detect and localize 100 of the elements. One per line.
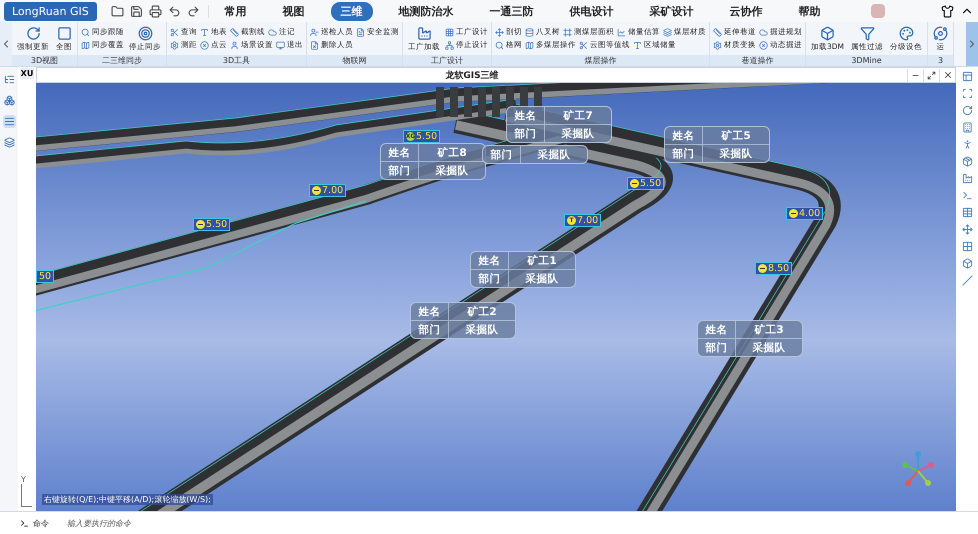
tool-icon: [898, 26, 914, 40]
tool-icon: [276, 40, 285, 50]
ribbon-group-label: 3D工具: [167, 55, 306, 66]
tool-icon: [81, 28, 90, 36]
tool-icon: [860, 26, 875, 40]
field-label: 姓名: [507, 107, 545, 124]
view-tool-icon[interactable]: [962, 105, 972, 116]
tool-icon: [563, 28, 572, 36]
ribbon-group-label: 3: [928, 55, 954, 66]
height-marker: 5.50: [193, 218, 230, 231]
field-label: 姓名: [411, 303, 449, 320]
field-label: 部门: [665, 145, 703, 162]
tool-icon: [820, 26, 836, 40]
sidebar-tool-button[interactable]: [2, 94, 16, 107]
view-tool-icon[interactable]: [962, 258, 972, 269]
tool-icon: [200, 28, 209, 36]
field-label: 姓名: [381, 144, 419, 161]
view-tool-icon[interactable]: [962, 241, 972, 252]
field-label: 部门: [471, 270, 509, 287]
tool-icon: [713, 28, 722, 36]
sidebar-tool-button[interactable]: [2, 136, 16, 149]
tool-icon: [356, 28, 365, 36]
tool-icon: [170, 40, 179, 50]
field-value: 采掘队: [718, 146, 754, 162]
tool-icon: [525, 28, 534, 36]
view-tool-icon[interactable]: [962, 139, 972, 150]
tool-icon: [4, 116, 14, 127]
field-value: 采掘队: [524, 272, 560, 286]
view-tool-icon[interactable]: [962, 71, 972, 82]
tool-icon: [4, 137, 14, 148]
tool-icon: [26, 26, 40, 40]
menu-tab[interactable]: 帮助: [788, 2, 831, 20]
tool-icon: [81, 40, 90, 50]
maximize-icon: [927, 70, 936, 80]
ribbon-group-label: 煤层操作: [492, 55, 709, 66]
tool-icon: [633, 40, 642, 50]
tool-icon: [230, 40, 239, 50]
menu-tab[interactable]: 供电设计: [560, 2, 624, 20]
redo-icon[interactable]: [186, 4, 200, 18]
ribbon-group-label: 3DMine: [806, 55, 928, 66]
tool-icon: [200, 40, 209, 50]
view-tool-icon[interactable]: [962, 173, 972, 184]
field-label: 姓名: [665, 127, 703, 144]
field-label: 部门: [507, 125, 545, 142]
field-label: 部门: [483, 146, 521, 163]
field-label: 部门: [698, 339, 736, 356]
field-label: 姓名: [698, 321, 736, 338]
ribbon-group-label: 二三维同步: [78, 55, 166, 66]
height-marker: 8.50: [755, 262, 792, 275]
height-marker: 5.50: [627, 177, 664, 190]
tool-icon: [933, 26, 948, 40]
field-value: 矿工5: [720, 128, 752, 144]
tool-icon: [759, 40, 768, 50]
view-tool-icon[interactable]: [962, 122, 972, 133]
menu-tab[interactable]: 一通三防: [480, 2, 544, 20]
undo-icon[interactable]: [168, 4, 181, 18]
app-logo[interactable]: LongRuan GIS: [4, 2, 97, 20]
field-value: 采掘队: [434, 164, 470, 178]
view-tool-icon[interactable]: [962, 224, 972, 235]
tool-icon: [4, 74, 14, 85]
tool-icon: [170, 28, 179, 36]
tool-icon: [416, 26, 432, 40]
view-tool-icon[interactable]: [962, 207, 972, 218]
height-marker: 7.00: [309, 184, 346, 197]
menu-tab[interactable]: 地测防治水: [388, 2, 464, 20]
menu-tab[interactable]: 采矿设计: [640, 2, 704, 20]
view-tool-icon[interactable]: [962, 156, 972, 167]
save-icon[interactable]: [130, 4, 143, 18]
view-tool-icon[interactable]: [962, 88, 972, 99]
print-icon[interactable]: [148, 4, 162, 18]
tool-icon: [230, 28, 239, 36]
view-tab[interactable]: XU: [20, 68, 34, 79]
sidebar-tool-button[interactable]: [2, 115, 16, 128]
tool-icon: [310, 40, 319, 50]
field-label: 部门: [381, 162, 419, 179]
shirt-icon[interactable]: [941, 4, 954, 18]
menu-tab[interactable]: 视图: [272, 2, 315, 20]
menu-tab[interactable]: 云协作: [720, 2, 773, 20]
ribbon-group-label: 3D视图: [12, 55, 77, 66]
field-value: 矿工7: [562, 108, 594, 124]
view-tool-icon[interactable]: [962, 275, 972, 286]
command-label: 命令: [33, 518, 49, 528]
height-marker: 50: [36, 270, 54, 283]
menu-tab[interactable]: 三维: [330, 2, 373, 20]
menu-tab[interactable]: 常用: [214, 2, 257, 20]
viewport-title: 龙软GIS三维: [444, 69, 500, 82]
command-input[interactable]: 输入要执行的命令: [65, 518, 369, 528]
open-folder-icon[interactable]: [110, 4, 124, 18]
sidebar-tool-button[interactable]: [2, 73, 16, 86]
tool-icon: [495, 28, 504, 36]
field-value: 采掘队: [752, 340, 786, 356]
tool-icon: [445, 28, 454, 36]
ribbon-group-label: 巷道操作: [710, 55, 805, 66]
controls-hint: 右键旋转(Q/E);中键平移(A/D);滚轮缩放(W/S);: [42, 494, 213, 505]
terminal-icon: [20, 518, 29, 528]
field-label: 部门: [411, 321, 449, 338]
height-marker: 4.00: [786, 207, 824, 220]
view-tool-icon[interactable]: [962, 190, 972, 201]
tool-icon: [525, 40, 534, 50]
tool-icon: [663, 28, 672, 36]
